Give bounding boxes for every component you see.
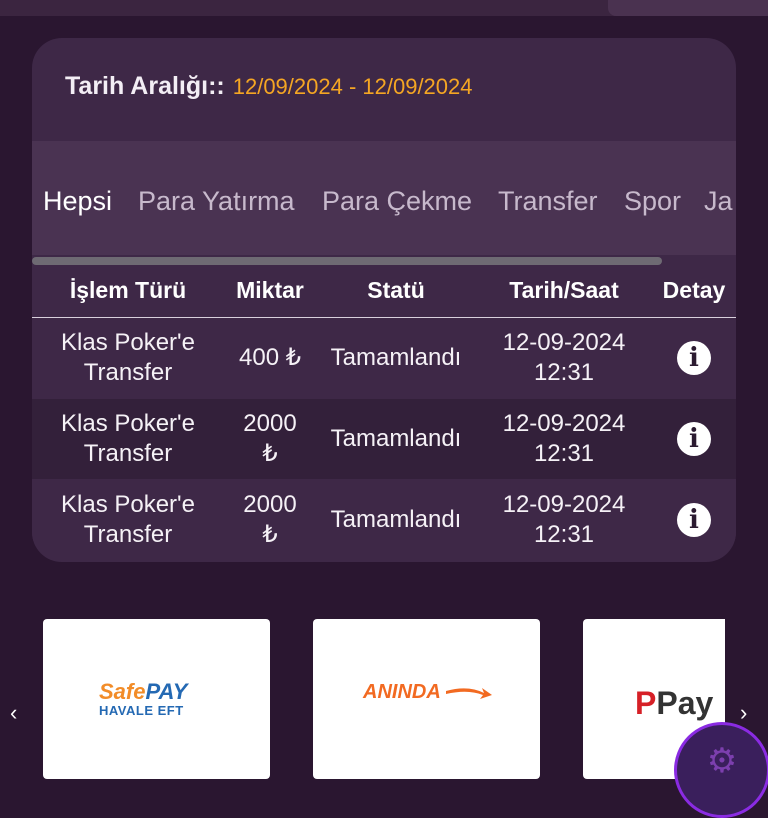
aninda-logo-text: ANINDA — [363, 681, 441, 703]
amount-currency: ₺ — [262, 440, 278, 467]
date-range-filter[interactable]: Tarih Aralığı:: 12/09/2024 - 12/09/2024 — [65, 72, 473, 101]
transaction-type-line: Transfer — [83, 521, 173, 548]
transaction-type-line: Klas Poker'e — [61, 491, 195, 518]
pay-logo-letter: P — [635, 685, 657, 721]
status-cell: Tamamlandı — [330, 425, 462, 452]
transaction-type-line: Klas Poker'e — [61, 329, 195, 356]
safepay-logo: SafePAY HAVALE EFT — [99, 679, 229, 719]
transaction-type-cell: Klas Poker'e Transfer — [44, 480, 212, 560]
amount-cell: 2000 ₺ — [232, 399, 308, 479]
settings-fab[interactable]: ⚙ — [674, 722, 768, 818]
safepay-logo-part1: Safe — [99, 679, 146, 704]
tab-withdraw[interactable]: Para Çekme — [322, 186, 472, 217]
transaction-type-line: Transfer — [83, 359, 173, 386]
transaction-type-line: Transfer — [83, 440, 173, 467]
tab-sports[interactable]: Spor — [624, 186, 681, 217]
status-cell: Tamamlandı — [330, 344, 462, 371]
info-icon[interactable]: i — [677, 503, 711, 537]
amount-value: 2000 — [243, 410, 297, 437]
top-bar-corner — [608, 0, 768, 16]
date-range-value[interactable]: 12/09/2024 - 12/09/2024 — [233, 74, 473, 99]
top-bar — [0, 0, 768, 16]
payment-method-safepay[interactable]: SafePAY HAVALE EFT — [43, 619, 270, 779]
transaction-type-line: Klas Poker'e — [61, 410, 195, 437]
status-cell: Tamamlandı — [330, 506, 462, 533]
table-row: Klas Poker'e Transfer 2000 ₺ Tamamlandı 12… — [32, 399, 736, 479]
time-value: 12:31 — [533, 440, 595, 467]
amount-cell: 2000 ₺ — [232, 480, 308, 560]
date-value: 12-09-2024 — [502, 410, 626, 437]
time-value: 12:31 — [533, 359, 595, 386]
amount-value: 400 ₺ — [239, 344, 301, 371]
date-range-label: Tarih Aralığı:: — [65, 72, 225, 100]
tab-deposit[interactable]: Para Yatırma — [138, 186, 295, 217]
amount-cell: 400 ₺ — [232, 318, 308, 398]
payment-method-aninda[interactable]: ANINDA — [313, 619, 540, 779]
tab-all[interactable]: Hepsi — [43, 186, 112, 217]
info-icon[interactable]: i — [677, 341, 711, 375]
transaction-type-cell: Klas Poker'e Transfer — [44, 318, 212, 398]
time-value: 12:31 — [533, 521, 595, 548]
table-row: Klas Poker'e Transfer 400 ₺ Tamamlandı 12… — [32, 318, 736, 398]
header-transaction-type: İşlem Türü — [69, 277, 187, 303]
tabs-scrollbar-thumb[interactable] — [32, 257, 662, 265]
header-amount: Miktar — [236, 277, 304, 303]
date-value: 12-09-2024 — [502, 491, 626, 518]
datetime-cell: 12-09-2024 12:31 — [484, 318, 644, 398]
carousel-prev-arrow-icon[interactable]: ‹ — [10, 700, 17, 726]
detail-cell: i — [660, 399, 728, 479]
info-icon[interactable]: i — [677, 422, 711, 456]
datetime-cell: 12-09-2024 12:31 — [484, 480, 644, 560]
arrow-swoosh-icon — [445, 687, 492, 699]
table-row: Klas Poker'e Transfer 2000 ₺ Tamamlandı 12… — [32, 480, 736, 560]
amount-currency: ₺ — [262, 521, 278, 548]
header-status: Statü — [367, 277, 425, 303]
header-datetime: Tarih/Saat — [509, 277, 619, 303]
header-detail: Detay — [662, 277, 726, 303]
tab-transfer[interactable]: Transfer — [498, 186, 598, 217]
divider-band — [32, 141, 736, 151]
tab-ja[interactable]: Ja — [704, 186, 733, 217]
pay-logo: PPay — [635, 685, 713, 722]
transaction-type-tabs[interactable]: Hepsi Para Yatırma Para Çekme Transfer S… — [32, 151, 736, 255]
safepay-logo-line2: HAVALE EFT — [99, 703, 184, 718]
aninda-logo: ANINDA — [363, 681, 492, 704]
pay-logo-text: Pay — [656, 685, 714, 721]
safepay-logo-part2: PAY — [145, 679, 188, 704]
gear-icon: ⚙ — [706, 742, 738, 780]
carousel-next-arrow-icon[interactable]: › — [740, 700, 747, 726]
detail-cell: i — [660, 480, 728, 560]
transaction-history-card: Tarih Aralığı:: 12/09/2024 - 12/09/2024 H… — [32, 38, 736, 562]
transaction-type-cell: Klas Poker'e Transfer — [44, 399, 212, 479]
datetime-cell: 12-09-2024 12:31 — [484, 399, 644, 479]
table-header: İşlem Türü Miktar Statü Tarih/Saat Detay — [32, 271, 736, 319]
date-value: 12-09-2024 — [502, 329, 626, 356]
amount-value: 2000 — [243, 491, 297, 518]
detail-cell: i — [660, 318, 728, 398]
